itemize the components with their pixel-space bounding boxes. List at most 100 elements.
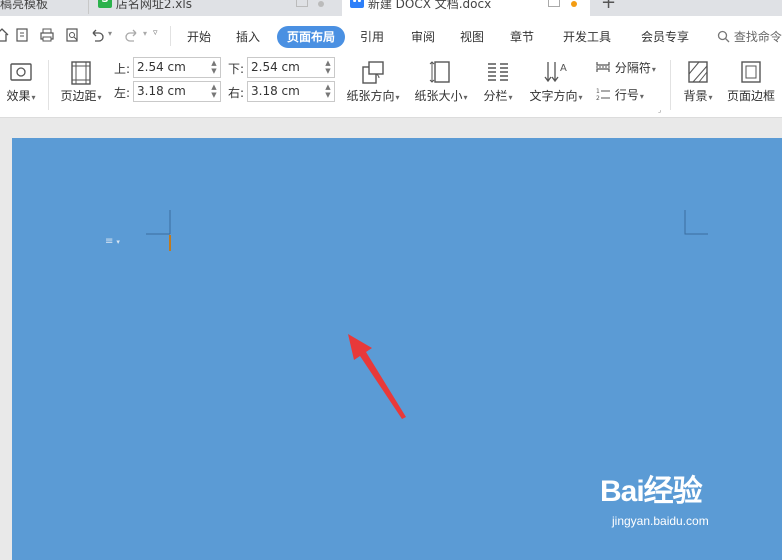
tab-spreadsheet-label: 店名网址2.xls xyxy=(115,0,192,11)
right-margin-value: 3.18 cm xyxy=(251,84,300,98)
text-direction-button[interactable]: A 文字方向▾ xyxy=(526,59,586,104)
paper-size-button[interactable]: 纸张大小▾ xyxy=(411,59,471,104)
menu-review[interactable]: 审阅 xyxy=(411,26,435,48)
page-setup-launcher-icon[interactable]: ⌟ xyxy=(658,106,661,114)
spinner-arrows-icon[interactable]: ▲ ▼ xyxy=(324,59,332,75)
ribbon-divider xyxy=(48,60,49,110)
menu-developer[interactable]: 开发工具 xyxy=(563,26,611,48)
home-icon[interactable] xyxy=(0,27,10,43)
new-tab-icon[interactable]: + xyxy=(601,0,616,12)
orientation-dropdown-icon: ▾ xyxy=(395,93,400,102)
line-numbers-button[interactable]: 12 行号▾ xyxy=(595,86,657,103)
columns-icon xyxy=(488,63,508,81)
menu-insert[interactable]: 插入 xyxy=(236,26,260,48)
spreadsheet-icon: S xyxy=(98,0,112,8)
columns-dropdown-icon: ▾ xyxy=(508,93,513,102)
print-icon[interactable] xyxy=(39,27,55,43)
effects-icon xyxy=(10,63,32,81)
tab-spreadsheet-cast-icon[interactable] xyxy=(296,0,308,7)
page-border-icon xyxy=(741,61,761,83)
paragraph-layout-icon[interactable]: ≡ ▾ xyxy=(105,236,120,247)
watermark-url: jingyan.baidu.com xyxy=(612,514,709,528)
bottom-margin-input[interactable]: 2.54 cm ▲ ▼ xyxy=(247,57,335,78)
tab-template-label: 稿亮模板 xyxy=(0,0,49,11)
watermark: Bai经验 jingyan.baidu.com xyxy=(600,475,709,529)
orientation-label: 纸张方向 xyxy=(346,89,395,103)
menu-page-layout[interactable]: 页面布局 xyxy=(277,26,346,48)
menu-home[interactable]: 开始 xyxy=(187,26,211,48)
margin-corner-top-right-icon xyxy=(684,210,708,235)
page-border-label: 页面边框 xyxy=(726,89,775,103)
command-search[interactable]: 查找命令 xyxy=(717,26,782,48)
orientation-button[interactable]: 纸张方向▾ xyxy=(343,59,403,104)
document-canvas[interactable]: ≡ ▾ Bai经验 jingyan.baidu.com xyxy=(0,119,782,560)
background-dropdown-icon: ▾ xyxy=(708,93,713,102)
line-numbers-icon: 12 xyxy=(596,88,610,102)
text-cursor xyxy=(169,235,171,251)
page-break-icon xyxy=(596,62,610,72)
unsaved-dot-icon xyxy=(571,1,577,7)
left-margin-label: 左: xyxy=(114,86,131,100)
background-label: 背景 xyxy=(683,89,708,103)
effects-dropdown-icon: ▾ xyxy=(31,93,36,102)
document-page[interactable]: ≡ ▾ Bai经验 jingyan.baidu.com xyxy=(12,138,782,560)
paper-size-label: 纸张大小 xyxy=(414,89,463,103)
text-direction-dropdown-icon: ▾ xyxy=(578,93,583,102)
margins-dropdown-icon: ▾ xyxy=(97,93,102,102)
left-margin-input[interactable]: 3.18 cm ▲ ▼ xyxy=(133,81,221,102)
menu-bar: ▾ ▾ ▿ 开始 插入 页面布局 引用 审阅 视图 章节 开发工具 会员专享 查… xyxy=(0,16,782,54)
text-direction-label: 文字方向 xyxy=(529,89,578,103)
tab-document-cast-icon[interactable] xyxy=(548,0,560,7)
line-numbers-label: 行号 xyxy=(614,88,639,102)
effects-label: 效果 xyxy=(6,89,31,103)
watermark-brand: Bai经验 xyxy=(600,475,703,508)
annotation-arrow-icon xyxy=(348,334,406,419)
tab-spreadsheet-dot-icon xyxy=(318,1,324,7)
right-margin-input[interactable]: 3.18 cm ▲ ▼ xyxy=(247,81,335,102)
paper-size-icon xyxy=(429,61,450,83)
background-button[interactable]: 背景▾ xyxy=(678,59,718,104)
print-preview-icon[interactable] xyxy=(64,27,80,43)
menu-membership[interactable]: 会员专享 xyxy=(641,26,689,48)
margins-icon xyxy=(71,61,91,85)
page-border-button[interactable]: 页面边框 xyxy=(723,59,779,104)
line-numbers-dropdown-icon: ▾ xyxy=(639,92,644,101)
tab-template[interactable]: 稿亮模板 xyxy=(0,0,86,16)
spinner-arrows-icon[interactable]: ▲ ▼ xyxy=(324,83,332,99)
breaks-dropdown-icon: ▾ xyxy=(651,65,656,74)
right-margin-label: 右: xyxy=(228,86,245,100)
tab-spreadsheet[interactable]: S 店名网址2.xls xyxy=(98,0,328,16)
effects-button[interactable]: 效果▾ xyxy=(3,60,39,104)
undo-dropdown-icon[interactable]: ▾ xyxy=(108,29,112,38)
tab-document-label: 新建 DOCX 文档.docx xyxy=(367,0,492,11)
menu-divider xyxy=(170,26,171,46)
breaks-label: 分隔符 xyxy=(614,61,651,75)
tab-divider xyxy=(88,0,89,14)
paper-orientation-icon xyxy=(362,61,384,84)
writer-icon: W xyxy=(350,0,364,8)
svg-text:1: 1 xyxy=(596,88,600,95)
menu-view[interactable]: 视图 xyxy=(460,26,484,48)
spinner-arrows-icon[interactable]: ▲ ▼ xyxy=(210,83,218,99)
margins-label: 页边距 xyxy=(60,89,97,103)
margin-corner-top-left-icon xyxy=(146,210,171,235)
spinner-arrows-icon[interactable]: ▲ ▼ xyxy=(210,59,218,75)
margins-button[interactable]: 页边距▾ xyxy=(57,60,105,104)
bottom-margin-label: 下: xyxy=(228,62,245,76)
export-pdf-icon[interactable] xyxy=(14,27,30,43)
tab-bar: 稿亮模板 S 店名网址2.xls W 新建 DOCX 文档.docx + xyxy=(0,0,782,16)
menu-section[interactable]: 章节 xyxy=(510,26,534,48)
top-margin-input[interactable]: 2.54 cm ▲ ▼ xyxy=(133,57,221,78)
svg-text:A: A xyxy=(560,63,567,74)
paper-size-dropdown-icon: ▾ xyxy=(463,93,468,102)
redo-icon[interactable] xyxy=(124,27,140,43)
undo-icon[interactable] xyxy=(89,27,105,43)
svg-text:2: 2 xyxy=(596,95,600,101)
page-background-icon xyxy=(688,61,708,83)
ribbon-page-layout: 效果▾ 页边距▾ 上: 2.54 cm ▲ ▼ 左: 3.18 cm ▲ ▼ 下: … xyxy=(0,54,782,118)
redo-dropdown-icon[interactable]: ▾ xyxy=(143,29,147,38)
columns-button[interactable]: 分栏▾ xyxy=(478,59,518,104)
customize-toolbar-icon[interactable]: ▿ xyxy=(153,28,158,38)
menu-references[interactable]: 引用 xyxy=(360,26,384,48)
breaks-button[interactable]: 分隔符▾ xyxy=(595,59,657,76)
